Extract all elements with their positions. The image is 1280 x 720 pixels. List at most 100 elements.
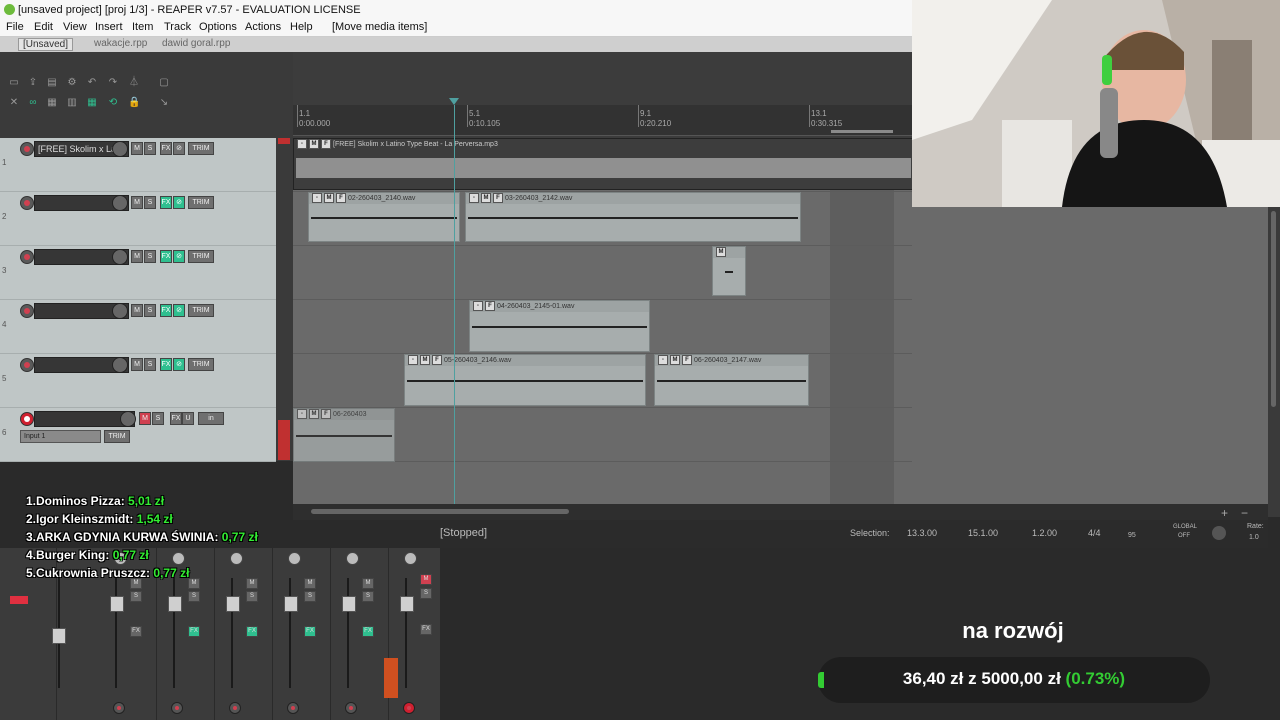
pan-knob[interactable]	[404, 552, 417, 565]
volume-fader[interactable]	[284, 596, 298, 612]
mute-button[interactable]: M	[362, 578, 374, 589]
record-arm-icon[interactable]	[345, 702, 357, 714]
trim-button[interactable]: TRIM	[188, 250, 214, 263]
item-grouping-icon[interactable]: ▥	[66, 98, 78, 108]
mute-button[interactable]: M	[131, 196, 143, 209]
playrate-knob[interactable]	[1212, 526, 1226, 540]
loop-selection-marker[interactable]	[831, 130, 893, 133]
fx-button[interactable]: FX	[188, 626, 200, 637]
record-arm-icon[interactable]	[20, 142, 34, 156]
media-item-06[interactable]: ▫ M F 06-260403_2147.wav	[654, 354, 809, 406]
rate-value[interactable]: 1.0	[1249, 534, 1259, 541]
mute-button[interactable]: M	[131, 250, 143, 263]
solo-button[interactable]: S	[246, 591, 258, 602]
grid-icon[interactable]: ▦	[46, 98, 58, 108]
media-item-beat[interactable]: ▫ M F [FREE] Skolim x Latino Type Beat - La…	[293, 138, 914, 190]
input-select[interactable]: Input 1	[20, 430, 101, 443]
menu-item[interactable]: Item	[132, 21, 153, 33]
solo-button[interactable]: S	[152, 412, 164, 425]
record-arm-icon[interactable]	[171, 702, 183, 714]
play-cursor-head-icon[interactable]	[449, 98, 459, 105]
menu-edit[interactable]: Edit	[34, 21, 53, 33]
track-3-header[interactable]: 3 M S FX ⊘ TRIM	[0, 246, 276, 300]
fx-button[interactable]: FX	[362, 626, 374, 637]
fx-button[interactable]: FX	[304, 626, 316, 637]
vertical-scrollbar[interactable]	[1268, 207, 1280, 517]
pan-knob[interactable]	[346, 552, 359, 565]
volume-fader[interactable]	[342, 596, 356, 612]
menu-actions[interactable]: Actions	[245, 21, 281, 33]
track-4-header[interactable]: 4 M S FX ⊘ TRIM	[0, 300, 276, 354]
fx-bypass-button[interactable]: ⊘	[173, 358, 185, 371]
solo-button[interactable]: S	[188, 591, 200, 602]
menu-track[interactable]: Track	[164, 21, 191, 33]
global-automation-label[interactable]: GLOBAL	[1173, 524, 1197, 530]
trim-button[interactable]: TRIM	[188, 358, 214, 371]
record-arm-icon[interactable]	[20, 250, 34, 264]
mute-button[interactable]: M	[139, 412, 151, 425]
fx-button[interactable]: FX	[420, 624, 432, 635]
volume-knob[interactable]	[112, 303, 128, 319]
fx-bypass-button[interactable]: ⊘	[173, 250, 185, 263]
fx-button[interactable]: FX	[160, 304, 172, 317]
loop-icon[interactable]: ⟲	[107, 98, 119, 108]
toolbar-slot-icon[interactable]: ▢	[158, 78, 170, 88]
tab-unsaved[interactable]: [Unsaved]	[18, 38, 74, 51]
tab-dawid-goral[interactable]: dawid goral.rpp	[162, 38, 230, 49]
solo-button[interactable]: S	[130, 591, 142, 602]
record-arm-icon[interactable]	[403, 702, 415, 714]
selection-start[interactable]: 13.3.00	[907, 528, 937, 538]
solo-button[interactable]: S	[420, 588, 432, 599]
snap-icon[interactable]: ▦	[86, 98, 98, 108]
fx-button[interactable]: FX	[160, 358, 172, 371]
horizontal-scroll-thumb[interactable]	[311, 509, 569, 514]
volume-fader[interactable]	[226, 596, 240, 612]
media-item-03[interactable]: ▫ M F 03-260403_2142.wav	[465, 192, 801, 242]
menu-help[interactable]: Help	[290, 21, 313, 33]
input-monitor-button[interactable]: in	[198, 412, 224, 425]
volume-fader[interactable]	[168, 596, 182, 612]
fx-bypass-button[interactable]: ⊘	[173, 304, 185, 317]
menu-view[interactable]: View	[63, 21, 87, 33]
mute-button[interactable]: M	[420, 574, 432, 585]
trim-button[interactable]: TRIM	[188, 304, 214, 317]
zoom-out-icon[interactable]: −	[1241, 506, 1248, 520]
solo-button[interactable]: S	[144, 196, 156, 209]
mute-button[interactable]: M	[188, 578, 200, 589]
mute-button[interactable]: M	[304, 578, 316, 589]
record-arm-icon[interactable]	[287, 702, 299, 714]
envelope-tool-icon[interactable]: ↘	[158, 98, 170, 108]
trim-button[interactable]: TRIM	[188, 196, 214, 209]
trim-button[interactable]: TRIM	[188, 142, 214, 155]
menu-last-action[interactable]: [Move media items]	[332, 21, 427, 33]
fx-bypass-button[interactable]: ⊘	[173, 142, 185, 155]
arrange-view-empty[interactable]	[912, 207, 1268, 504]
lock-icon[interactable]: 🔒	[128, 98, 140, 108]
record-arm-icon[interactable]	[20, 304, 34, 318]
mute-button[interactable]: M	[246, 578, 258, 589]
track-5-header[interactable]: 5 M S FX ⊘ TRIM	[0, 354, 276, 408]
track-6-header[interactable]: 6 M S FX U in Input 1 TRIM	[0, 408, 276, 462]
volume-knob[interactable]	[112, 195, 128, 211]
solo-button[interactable]: S	[144, 142, 156, 155]
mute-button[interactable]: M	[131, 142, 143, 155]
selection-length[interactable]: 1.2.00	[1032, 528, 1057, 538]
fx-button[interactable]: FX	[246, 626, 258, 637]
volume-knob[interactable]	[112, 141, 128, 157]
horizontal-scrollbar[interactable]: + −	[293, 504, 1268, 520]
fx-button[interactable]: FX	[130, 626, 142, 637]
solo-button[interactable]: S	[144, 250, 156, 263]
fx-button[interactable]: FX	[170, 412, 182, 425]
fx-button[interactable]: FX	[160, 196, 172, 209]
tab-wakacje[interactable]: wakacje.rpp	[94, 38, 147, 49]
project-settings-icon[interactable]: ⚙	[66, 78, 78, 88]
menu-insert[interactable]: Insert	[95, 21, 123, 33]
solo-button[interactable]: S	[362, 591, 374, 602]
fx-bypass-button[interactable]: ⊘	[173, 196, 185, 209]
media-item-recording[interactable]: ▫ M F 06-260403	[293, 408, 395, 462]
solo-button[interactable]: S	[144, 358, 156, 371]
menu-file[interactable]: File	[6, 21, 24, 33]
volume-knob[interactable]	[112, 357, 128, 373]
time-signature[interactable]: 4/4	[1088, 528, 1101, 538]
fx-bypass-button[interactable]: U	[182, 412, 194, 425]
